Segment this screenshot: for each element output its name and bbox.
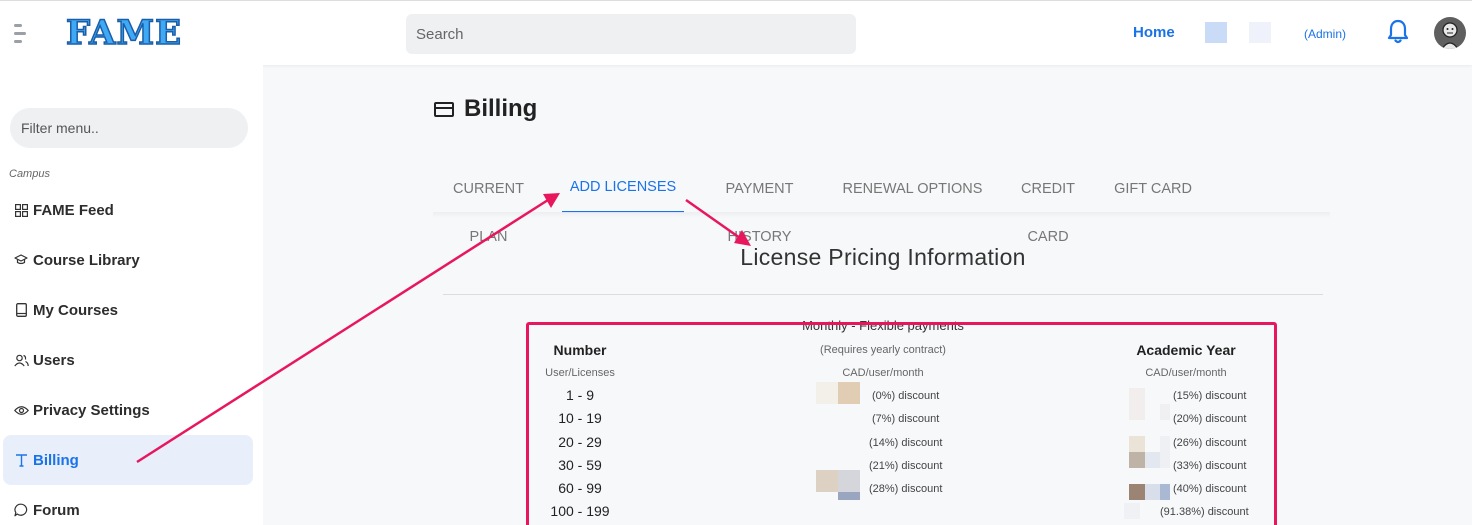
redacted-price <box>1124 503 1140 519</box>
redacted-price <box>816 382 838 404</box>
sidebar-item-label: Users <box>33 351 75 369</box>
menu-toggle-icon[interactable] <box>14 24 28 44</box>
redacted-price <box>1145 484 1161 500</box>
admin-role-label[interactable]: (Admin) <box>1304 27 1346 41</box>
chat-bubble-icon <box>13 502 29 518</box>
academic-discount: (20%) discount <box>1173 413 1247 425</box>
avatar[interactable] <box>1434 17 1466 49</box>
text-t-icon <box>13 452 29 468</box>
sidebar-item-users[interactable]: Users <box>3 335 253 385</box>
redacted-price <box>1160 436 1170 468</box>
license-range: 30 - 59 <box>558 457 602 473</box>
redacted-price <box>838 470 860 492</box>
monthly-discount: (0%) discount <box>872 390 940 402</box>
search-input[interactable] <box>406 14 856 54</box>
divider <box>443 294 1323 295</box>
redacted-price <box>838 492 860 500</box>
bell-icon[interactable] <box>1386 19 1410 45</box>
sidebar-item-label: Privacy Settings <box>33 401 150 419</box>
sidebar-item-label: My Courses <box>33 301 119 319</box>
monthly-discount: (7%) discount <box>872 413 940 425</box>
billing-tabs: CURRENT PLAN ADD LICENSES PAYMENT HISTOR… <box>433 165 1330 245</box>
sidebar-item-label: Forum <box>33 501 80 519</box>
grid-icon <box>13 202 29 218</box>
license-range: 20 - 29 <box>558 434 602 450</box>
logo[interactable]: FAME <box>65 12 182 54</box>
redacted-price <box>838 382 860 404</box>
monthly-discount: (14%) discount <box>869 437 943 449</box>
redacted-block <box>1249 22 1271 43</box>
sidebar-item-my-courses[interactable]: My Courses <box>3 285 253 335</box>
tabs-shadow <box>433 212 1330 218</box>
monthly-discount: (28%) discount <box>869 483 943 495</box>
redacted-price <box>1160 484 1170 500</box>
redacted-price <box>1129 484 1145 500</box>
academic-header: Academic Year <box>1136 342 1236 358</box>
redacted-price <box>1129 452 1145 468</box>
sidebar-item-forum[interactable]: Forum <box>3 485 253 525</box>
redacted-price <box>1129 388 1145 420</box>
monthly-unit: CAD/user/month <box>842 367 924 379</box>
license-range: 60 - 99 <box>558 480 602 496</box>
page-title: Billing <box>464 95 538 122</box>
monthly-note: (Requires yearly contract) <box>820 344 946 356</box>
page-header: Billing <box>434 95 537 123</box>
redacted-block <box>1205 22 1227 43</box>
license-range: 1 - 9 <box>565 387 594 403</box>
sidebar-item-label: FAME Feed <box>33 201 114 219</box>
academic-discount: (26%) discount <box>1173 437 1247 449</box>
tab-credit-card[interactable]: CREDIT CARD <box>999 165 1097 245</box>
sidebar-item-label: Course Library <box>33 251 140 269</box>
tab-payment-history[interactable]: PAYMENT HISTORY <box>692 165 827 245</box>
sidebar: Campus FAME Feed Course Library My Cours… <box>0 65 263 525</box>
monthly-discount: (21%) discount <box>869 460 943 472</box>
redacted-price <box>1145 452 1161 468</box>
pricing-heading: License Pricing Information <box>740 244 1026 270</box>
sidebar-item-label: Billing <box>33 451 79 469</box>
academic-discount: (15%) discount <box>1173 390 1247 402</box>
users-icon <box>13 352 29 368</box>
academic-discount: (91.38%) discount <box>1160 506 1249 518</box>
academic-unit: CAD/user/month <box>1145 367 1227 379</box>
academic-discount: (40%) discount <box>1173 483 1247 495</box>
license-range: 10 - 19 <box>558 410 602 426</box>
academic-discount: (33%) discount <box>1173 460 1247 472</box>
number-header: Number <box>553 342 607 358</box>
sidebar-item-fame-feed[interactable]: FAME Feed <box>3 185 253 235</box>
sidebar-item-privacy-settings[interactable]: Privacy Settings <box>3 385 253 435</box>
sidebar-item-course-library[interactable]: Course Library <box>3 235 253 285</box>
tab-gift-card[interactable]: GIFT CARD <box>1114 165 1192 213</box>
book-icon <box>13 302 29 318</box>
sidebar-item-billing[interactable]: Billing <box>3 435 253 485</box>
home-link[interactable]: Home <box>1133 24 1175 41</box>
redacted-price <box>816 470 838 492</box>
eye-icon <box>13 402 29 418</box>
sidebar-section-label: Campus <box>9 168 50 180</box>
credit-card-icon <box>434 101 454 117</box>
filter-menu-input[interactable] <box>10 108 248 148</box>
tab-current-plan[interactable]: CURRENT PLAN <box>433 165 544 245</box>
redacted-price <box>1160 404 1170 420</box>
redacted-price <box>1129 436 1145 452</box>
license-range: 100 - 199 <box>550 503 610 519</box>
number-subheader: User/Licenses <box>545 367 615 379</box>
tab-renewal-options[interactable]: RENEWAL OPTIONS <box>842 165 983 213</box>
tab-add-licenses[interactable]: ADD LICENSES <box>562 165 684 213</box>
top-bar: FAME Home (Admin) <box>0 0 1472 65</box>
graduation-cap-icon <box>13 252 29 268</box>
